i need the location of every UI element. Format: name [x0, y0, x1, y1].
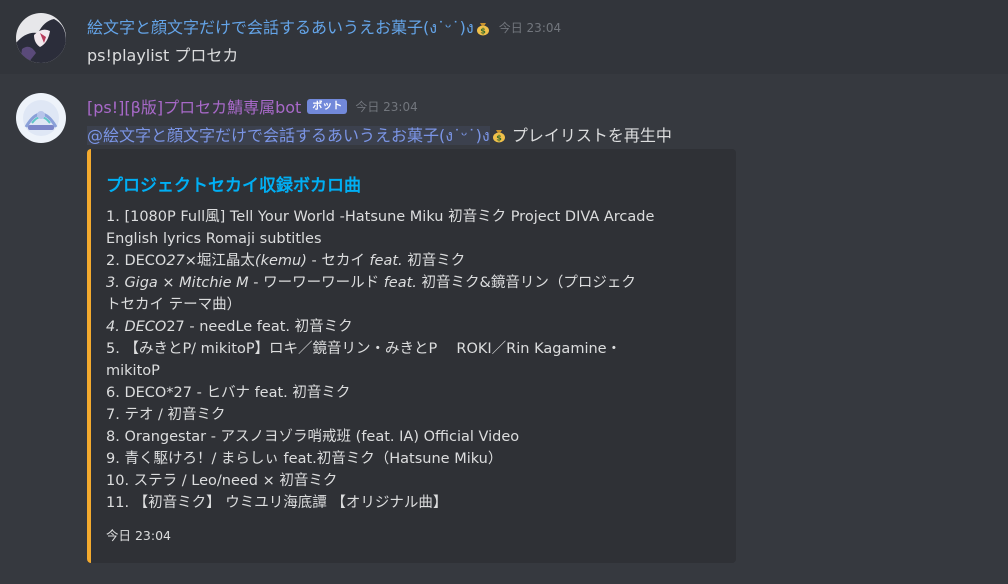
playlist-item-cont: mikitoP: [106, 363, 160, 379]
message-bot[interactable]: [ps!][β版]プロセカ鯖専属bot ボット 今日 23:04 @絵文字と顔文…: [0, 86, 1008, 572]
embed-footer-timestamp: 今日 23:04: [106, 528, 171, 543]
message-timestamp[interactable]: 今日 23:04: [499, 19, 561, 36]
playlist-item-cont: English lyrics Romaji subtitles: [106, 231, 322, 247]
playlist-item: 1. [1080P Full風] Tell Your World -Hatsun…: [106, 209, 655, 225]
message-content: @絵文字と顔文字だけで会話するあいうえお菓子(ง˙ᵕ˙)ง $ プレイリストを再…: [87, 122, 672, 149]
content-suffix: プレイリストを再生中: [506, 126, 672, 145]
user-avatar[interactable]: [16, 13, 66, 63]
author-name[interactable]: 絵文字と顔文字だけで会話するあいうえお菓子(ง˙ᵕ˙)ง: [87, 14, 474, 41]
playlist-item: 11. 【初音ミク】 ウミユリ海底譚 【オリジナル曲】: [106, 495, 448, 511]
playlist-item: 6. DECO*27 - ヒバナ feat. 初音ミク: [106, 385, 351, 401]
message-timestamp[interactable]: 今日 23:04: [355, 98, 417, 115]
embed-description: 1. [1080P Full風] Tell Your World -Hatsun…: [106, 206, 726, 514]
playlist-item: 10. ステラ / Leo/need × 初音ミク: [106, 473, 338, 489]
bot-avatar[interactable]: [16, 93, 66, 143]
moneybag-icon: $: [492, 130, 505, 143]
embed-title: プロジェクトセカイ収録ボカロ曲: [106, 176, 361, 196]
playlist-item: 3. Giga × Mitchie M - ワーワーワールド feat. 初音ミ…: [106, 275, 636, 291]
message-user[interactable]: 絵文字と顔文字だけで会話するあいうえお菓子(ง˙ᵕ˙)ง $ 今日 23:04 …: [0, 6, 1008, 74]
playlist-item: 2. DECO27×堀江晶太(kemu) - セカイ feat. 初音ミク: [106, 253, 466, 269]
message-content: ps!playlist プロセカ: [87, 46, 239, 65]
moneybag-icon: $: [476, 22, 489, 35]
playlist-item: 9. 青く駆けろ！/ まらしぃ feat.初音ミク（Hatsune Miku）: [106, 451, 503, 467]
playlist-item: 8. Orangestar - アスノヨゾラ哨戒班 (feat. IA) Off…: [106, 429, 520, 445]
playlist-item: 7. テオ / 初音ミク: [106, 407, 226, 423]
playlist-item: 4. DECO27 - needLe feat. 初音ミク: [106, 319, 353, 335]
user-mention[interactable]: @絵文字と顔文字だけで会話するあいうえお菓子(ง˙ᵕ˙)ง: [87, 126, 490, 145]
svg-text:$: $: [496, 134, 502, 143]
playlist-item-cont: トセカイ テーマ曲）: [106, 297, 242, 313]
bot-tag: ボット: [307, 98, 348, 114]
playlist-item: 5. 【みきとP/ mikitoP】ロキ／鏡音リン・みきとP ROKI／Rin …: [106, 341, 622, 357]
playlist-embed: プロジェクトセカイ収録ボカロ曲 1. [1080P Full風] Tell Yo…: [87, 149, 736, 563]
bot-author-name[interactable]: [ps!][β版]プロセカ鯖専属bot: [87, 94, 301, 118]
svg-text:$: $: [480, 26, 486, 35]
